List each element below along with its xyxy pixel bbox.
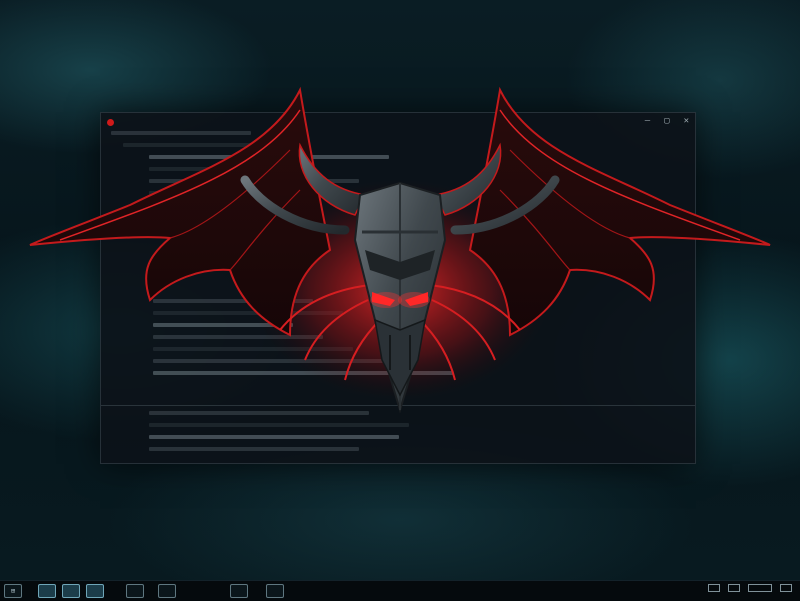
text-line <box>149 155 389 159</box>
terminal-window[interactable]: — ▢ ✕ <box>100 112 696 464</box>
text-line <box>153 323 293 327</box>
volume-icon[interactable] <box>728 584 740 592</box>
start-button[interactable]: ⊞ <box>4 584 22 598</box>
text-line <box>153 371 453 375</box>
minimize-icon[interactable]: — <box>645 116 650 126</box>
network-icon[interactable] <box>708 584 720 592</box>
text-line <box>111 131 251 135</box>
text-line <box>153 359 383 363</box>
taskbar-app-button[interactable] <box>126 584 144 598</box>
text-line <box>153 347 353 351</box>
text-line <box>149 167 299 171</box>
taskbar-app-button[interactable] <box>62 584 80 598</box>
notification-icon[interactable] <box>780 584 792 592</box>
panel-divider <box>101 405 695 406</box>
text-line <box>123 143 293 147</box>
text-line <box>149 411 369 415</box>
text-line <box>153 311 343 315</box>
window-controls: — ▢ ✕ <box>645 116 689 126</box>
app-icon <box>107 118 114 126</box>
text-line <box>153 299 313 303</box>
text-line <box>149 447 359 451</box>
taskbar-app-button[interactable] <box>266 584 284 598</box>
taskbar-app-button[interactable] <box>158 584 176 598</box>
clock-area[interactable] <box>748 584 772 592</box>
close-icon[interactable]: ✕ <box>684 116 689 126</box>
text-line <box>149 423 409 427</box>
text-line <box>149 191 329 195</box>
text-line <box>153 335 323 339</box>
system-tray <box>708 584 792 592</box>
maximize-icon[interactable]: ▢ <box>664 116 669 126</box>
taskbar-app-button[interactable] <box>230 584 248 598</box>
taskbar: ⊞ <box>0 580 800 601</box>
text-line <box>149 435 399 439</box>
text-line <box>149 179 359 183</box>
taskbar-app-button[interactable] <box>86 584 104 598</box>
window-titlebar[interactable] <box>101 113 695 131</box>
taskbar-app-button[interactable] <box>38 584 56 598</box>
